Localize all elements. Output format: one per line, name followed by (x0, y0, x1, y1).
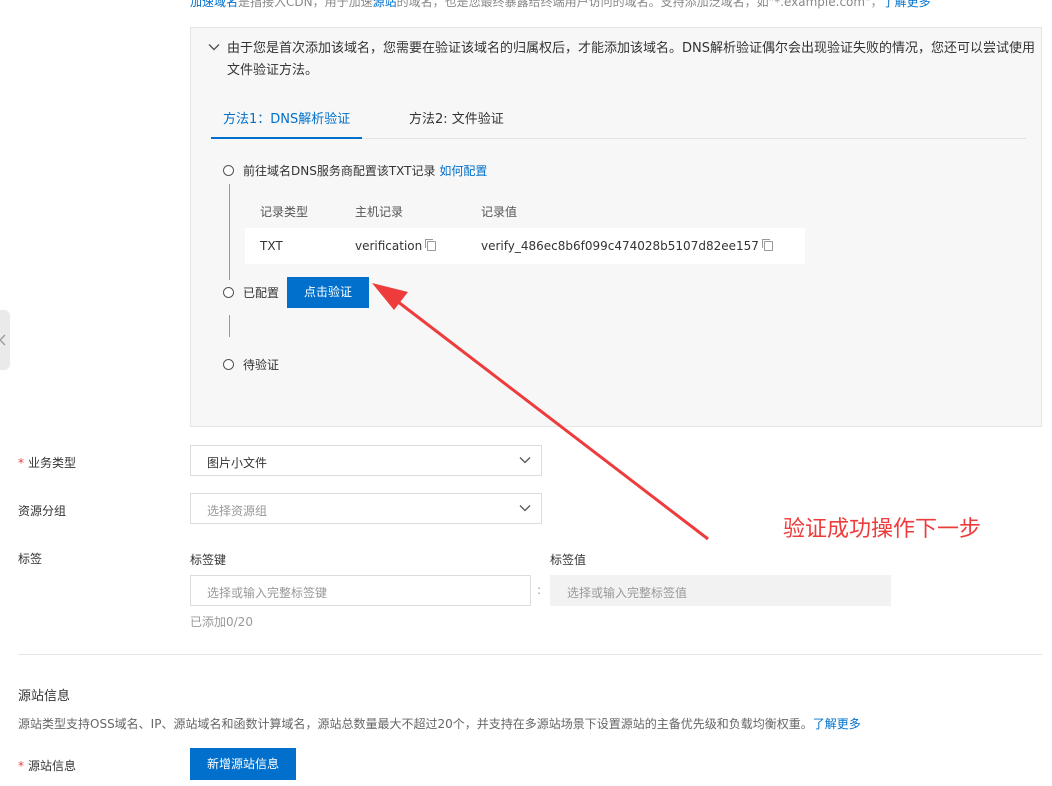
record-value: verify_486ec8b6f099c474028b5107d82ee157 (481, 239, 759, 253)
hint-text: 是指接入CDN，用于加速 (238, 0, 373, 9)
chevron-down-icon (519, 457, 531, 464)
step-2-radio (223, 287, 234, 298)
step-2-label: 已配置 (243, 286, 280, 300)
required-mark: * (18, 759, 24, 773)
business-type-label-text: 业务类型 (28, 456, 77, 470)
step-1-label: 前往域名DNS服务商配置该TXT记录 (243, 164, 436, 178)
chevron-down-icon[interactable] (207, 40, 221, 54)
accelerated-domain-link[interactable]: 加速域名 (190, 0, 238, 9)
verification-notice: 由于您是首次添加该域名，您需要在验证该域名的归属权后，才能添加该域名。DNS解析… (227, 41, 1035, 78)
click-verify-button[interactable]: 点击验证 (287, 277, 369, 308)
table-row: TXT verification verify_486ec8b6f099c474… (245, 228, 805, 264)
copy-icon[interactable] (425, 239, 437, 251)
step-3-label: 待验证 (243, 358, 280, 372)
tags-label: 标签 (18, 552, 43, 566)
resource-group-select[interactable]: 选择资源组 (190, 493, 542, 524)
tag-key-label: 标签键 (190, 553, 227, 567)
resource-group-placeholder: 选择资源组 (207, 504, 268, 518)
origin-label: * 源站信息 (18, 757, 76, 774)
origin-description: 源站类型支持OSS域名、IP、源站域名和函数计算域名，源站总数量最大不超过20个… (18, 715, 861, 732)
hint-text-2: 的域名，也是您最终暴露给终端用户访问的域名。支持添加泛域名，如"*.exampl… (396, 0, 883, 9)
business-type-label: * 业务类型 (18, 454, 76, 471)
domain-hint: 加速域名是指接入CDN，用于加速源站的域名，也是您最终暴露给终端用户访问的域名。… (190, 0, 931, 10)
tag-count: 已添加0/20 (190, 615, 253, 629)
domain-verification-panel: 由于您是首次添加该域名，您需要在验证该域名的归属权后，才能添加该域名。DNS解析… (190, 27, 1042, 427)
how-to-configure-link[interactable]: 如何配置 (439, 164, 487, 178)
tag-key-input[interactable]: 选择或输入完整标签键 (190, 575, 531, 606)
chevron-left-icon (0, 334, 6, 346)
origin-link[interactable]: 源站 (373, 0, 397, 9)
tag-value-placeholder: 选择或输入完整标签值 (567, 586, 688, 600)
origin-description-text: 源站类型支持OSS域名、IP、源站域名和函数计算域名，源站总数量最大不超过20个… (18, 717, 813, 731)
record-type: TXT (260, 239, 283, 253)
add-origin-button[interactable]: 新增源站信息 (190, 748, 296, 780)
txt-record-table: 记录类型 主机记录 记录值 TXT verification verify_48… (245, 192, 805, 264)
column-header-type: 记录类型 (260, 205, 309, 219)
section-divider (18, 654, 1042, 655)
origin-label-text: 源站信息 (28, 759, 77, 773)
required-mark: * (18, 456, 24, 470)
tag-separator: : (537, 583, 542, 597)
step-1-radio (223, 165, 234, 176)
step-1: 前往域名DNS服务商配置该TXT记录 如何配置 (243, 162, 487, 179)
tag-key-placeholder: 选择或输入完整标签键 (207, 586, 328, 600)
column-header-value: 记录值 (481, 205, 518, 219)
tag-value-label: 标签值 (550, 553, 587, 567)
record-host: verification (355, 239, 423, 253)
tab-file-verification[interactable]: 方法2: 文件验证 (397, 106, 516, 137)
business-type-value: 图片小文件 (207, 456, 268, 470)
tag-value-input[interactable]: 选择或输入完整标签值 (550, 575, 891, 606)
resource-group-label: 资源分组 (18, 504, 67, 518)
origin-section-title: 源站信息 (18, 689, 71, 704)
record-host-cell: verification (355, 239, 437, 253)
origin-learn-more-link[interactable]: 了解更多 (813, 717, 861, 731)
tab-dns-verification[interactable]: 方法1：DNS解析验证 (211, 106, 363, 139)
step-connector (229, 184, 230, 280)
chevron-down-icon (519, 505, 531, 512)
step-connector (229, 315, 230, 337)
step-3-radio (223, 359, 234, 370)
table-header: 记录类型 主机记录 记录值 (245, 192, 805, 228)
record-value-cell: verify_486ec8b6f099c474028b5107d82ee157 (481, 239, 773, 253)
verification-method-tabs: 方法1：DNS解析验证 方法2: 文件验证 (211, 106, 1026, 139)
column-header-host: 主机记录 (355, 205, 404, 219)
business-type-select[interactable]: 图片小文件 (190, 445, 542, 476)
copy-icon[interactable] (761, 239, 773, 251)
annotation-text: 验证成功操作下一步 (783, 517, 982, 542)
sidebar-collapse-handle[interactable] (0, 310, 10, 370)
learn-more-link[interactable]: 了解更多 (883, 0, 931, 9)
